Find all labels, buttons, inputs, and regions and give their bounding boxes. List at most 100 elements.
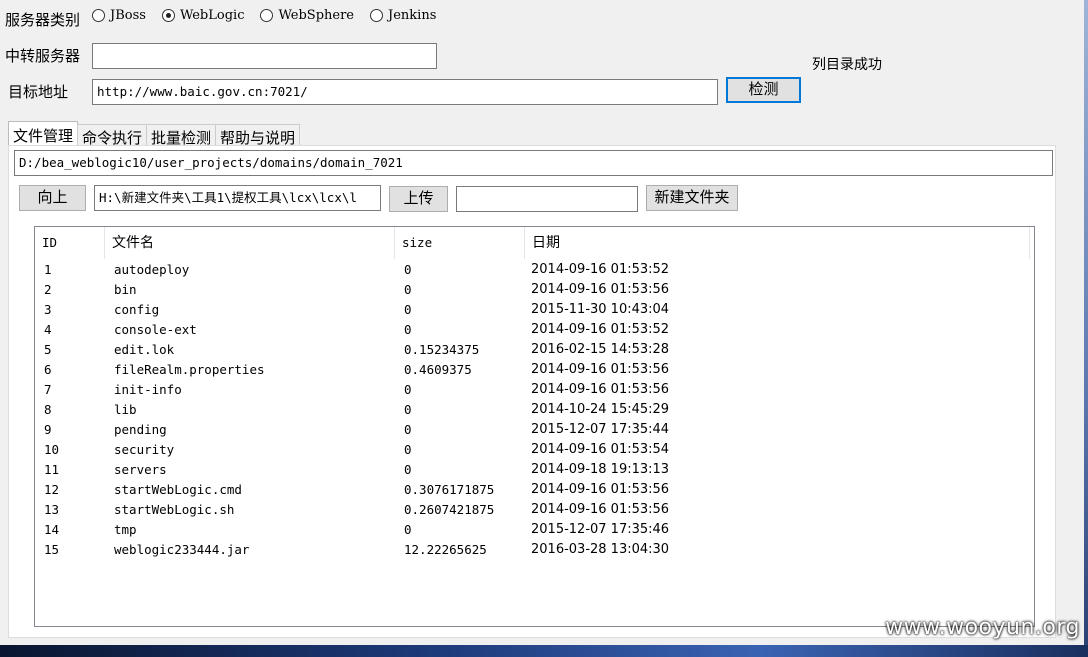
row-id: 14 [44,522,60,537]
row-size: 12.22265625 [404,542,487,557]
target-address-label: 目标地址 [8,83,69,101]
tab-batch-check[interactable]: 批量检测 [146,124,217,147]
row-id: 11 [44,462,60,477]
radio-circle-icon[interactable] [92,9,105,22]
radio-circle-icon[interactable] [370,9,384,22]
row-size: 0 [404,402,412,417]
table-row[interactable]: 6 fileRealm.properties 0.4609375 2014-09-16… [35,360,1034,380]
table-row[interactable]: 2 bin 0 2014-09-16 01:53:56 [35,280,1034,300]
row-size: 0 [404,282,412,297]
row-filename: edit.lok [114,342,175,357]
list-body: 1 autodeploy 0 2014-09-16 01:53:52 2 bin 0 2014… [35,260,1034,560]
table-row[interactable]: 14 tmp 0 2015-12-07 17:35:46 [35,520,1034,540]
row-date: 2016-02-15 14:53:28 [531,342,670,357]
row-id: 1 [44,262,52,277]
row-filename: tmp [114,522,137,537]
row-filename: pending [114,422,167,437]
row-id: 5 [44,342,52,357]
new-folder-button[interactable]: 新建文件夹 [646,185,738,211]
row-id: 7 [44,382,52,397]
relay-server-input[interactable] [92,43,437,69]
desktop-edge-bottom [0,645,1088,657]
table-row[interactable]: 8 lib 0 2014-10-24 15:45:29 [35,400,1034,420]
row-size: 0 [404,382,412,397]
table-row[interactable]: 10 security 0 2014-09-16 01:53:54 [35,440,1034,460]
row-filename: startWebLogic.sh [114,502,235,517]
row-id: 6 [44,362,52,377]
radio-checked-icon[interactable] [161,9,175,22]
tab-file-manager[interactable]: 文件管理 [8,121,79,146]
table-row[interactable]: 3 config 0 2015-11-30 10:43:04 [35,300,1034,320]
table-row[interactable]: 7 init-info 0 2014-09-16 01:53:56 [35,380,1034,400]
row-id: 4 [44,322,52,337]
local-file-input[interactable]: H:\新建文件夹\工具1\提权工具\lcx\lcx\l [94,185,381,211]
row-size: 0 [404,442,412,457]
radio-jenkins[interactable]: Jenkins [370,8,436,23]
row-date: 2014-09-16 01:53:54 [531,442,670,457]
upload-button[interactable]: 上传 [389,186,448,212]
row-size: 0.4609375 [404,362,472,377]
row-filename: lib [114,402,137,417]
row-date: 2015-11-30 10:43:04 [531,302,670,317]
remote-path-input[interactable]: D:/bea_weblogic10/user_projects/domains/… [14,150,1053,176]
row-date: 2014-09-16 01:53:56 [531,382,670,397]
row-date: 2015-12-07 17:35:46 [531,522,670,537]
table-row[interactable]: 4 console-ext 0 2014-09-16 01:53:52 [35,320,1034,340]
row-filename: weblogic233444.jar [114,542,250,557]
row-id: 10 [44,442,60,457]
row-date: 2014-09-16 01:53:56 [531,362,670,377]
column-header-filename[interactable]: 文件名 [105,227,395,259]
row-date: 2014-09-18 19:13:13 [531,462,670,477]
server-type-radio-group: JBoss WebLogic WebSphere Jenkins [92,8,452,23]
row-filename: security [114,442,175,457]
radio-weblogic[interactable]: WebLogic [161,8,245,23]
row-date: 2015-12-07 17:35:44 [531,422,670,437]
table-row[interactable]: 13 startWebLogic.sh 0.2607421875 2014-09-16… [35,500,1034,520]
radio-websphere[interactable]: WebSphere [260,8,354,23]
table-row[interactable]: 5 edit.lok 0.15234375 2016-02-15 14:53:28 [35,340,1034,360]
table-row[interactable]: 15 weblogic233444.jar 12.22265625 2016-03-2… [35,540,1034,560]
file-list[interactable]: ID 文件名 size 日期 1 autodeploy 0 2014-09-16 01… [34,226,1035,627]
app-window: 服务器类别 JBoss WebLogic WebSphere Jenkins 中… [0,0,1085,645]
row-id: 3 [44,302,52,317]
up-button[interactable]: 向上 [19,185,86,211]
row-id: 9 [44,422,52,437]
table-row[interactable]: 11 servers 0 2014-09-18 19:13:13 [35,460,1034,480]
check-button[interactable]: 检测 [726,77,801,103]
radio-label: WebSphere [278,8,355,23]
tab-command-exec[interactable]: 命令执行 [77,124,148,147]
row-id: 8 [44,402,52,417]
column-header-id[interactable]: ID [35,227,105,259]
row-filename: console-ext [114,322,197,337]
desktop-edge-right [1084,0,1088,657]
tab-help[interactable]: 帮助与说明 [215,124,301,147]
row-size: 0 [404,422,412,437]
table-row[interactable]: 9 pending 0 2015-12-07 17:35:44 [35,420,1034,440]
row-filename: fileRealm.properties [114,362,265,377]
row-filename: bin [114,282,137,297]
list-header: ID 文件名 size 日期 [35,227,1034,260]
row-size: 0 [404,462,412,477]
server-type-label: 服务器类别 [5,11,81,29]
row-id: 12 [44,482,60,497]
column-header-date[interactable]: 日期 [525,227,1030,259]
watermark-text: www.wooyun.org [885,615,1080,640]
row-id: 13 [44,502,60,517]
target-address-input[interactable]: http://www.baic.gov.cn:7021/ [92,79,718,105]
row-date: 2016-03-28 13:04:30 [531,542,670,557]
status-text: 列目录成功 [812,57,882,73]
new-folder-name-input[interactable] [456,186,638,212]
table-row[interactable]: 12 startWebLogic.cmd 0.3076171875 2014-09-1… [35,480,1034,500]
radio-label: WebLogic [179,8,245,23]
row-size: 0 [404,302,412,317]
row-size: 0 [404,522,412,537]
row-filename: servers [114,462,167,477]
row-date: 2014-09-16 01:53:52 [531,322,670,337]
column-header-size[interactable]: size [395,227,525,259]
radio-circle-icon[interactable] [260,9,274,22]
row-size: 0.3076171875 [404,482,495,497]
row-date: 2014-09-16 01:53:56 [531,502,670,517]
radio-jboss[interactable]: JBoss [92,8,146,23]
row-id: 15 [44,542,60,557]
table-row[interactable]: 1 autodeploy 0 2014-09-16 01:53:52 [35,260,1034,280]
